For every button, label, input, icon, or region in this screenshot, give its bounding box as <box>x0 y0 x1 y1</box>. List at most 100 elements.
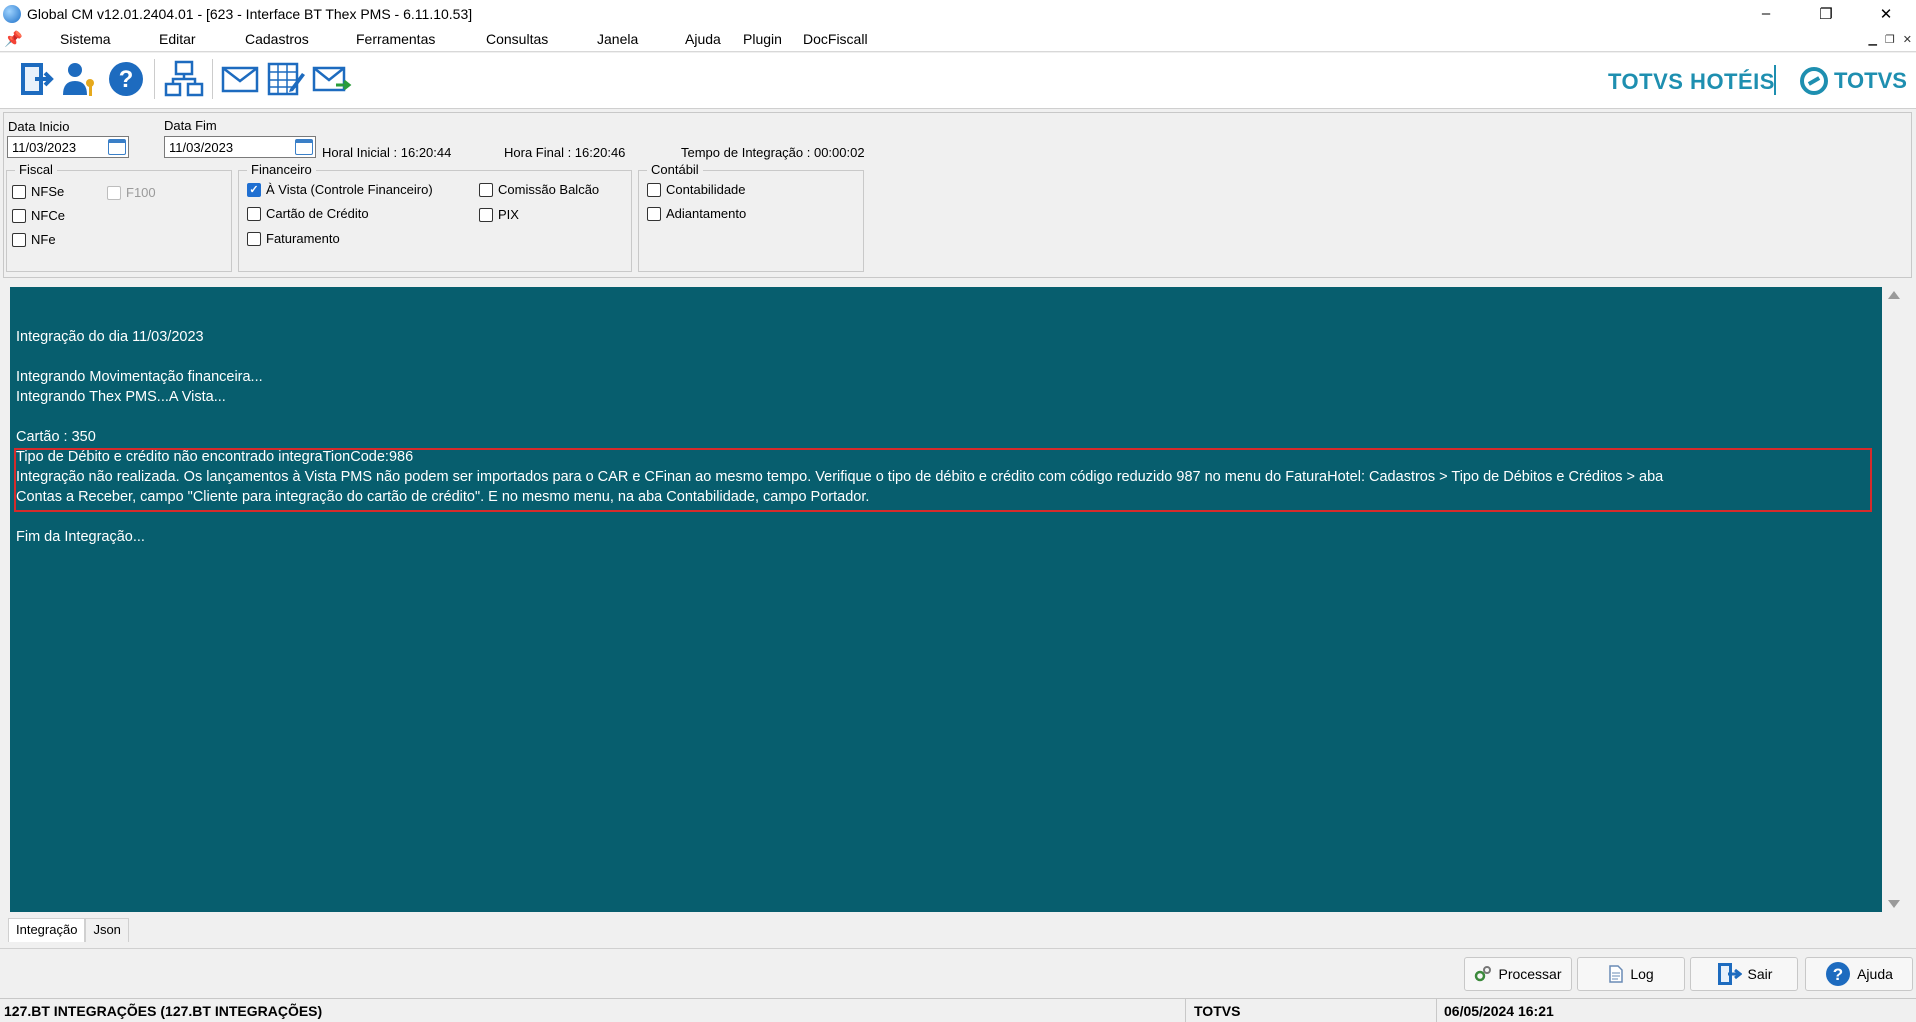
app-globe-icon <box>3 4 21 23</box>
data-inicio-field[interactable]: 11/03/2023 <box>7 136 129 158</box>
faturamento-checkbox[interactable]: Faturamento <box>247 231 340 246</box>
nfe-label: NFe <box>31 232 56 247</box>
totvs-logo: TOTVS <box>1800 67 1907 95</box>
log-line-error: Contas a Receber, campo "Cliente para in… <box>16 489 870 505</box>
contabilidade-label: Contabilidade <box>666 182 746 197</box>
menu-editar[interactable]: Editar <box>159 31 196 47</box>
tab-integracao[interactable]: Integração <box>8 918 86 942</box>
menu-cadastros[interactable]: Cadastros <box>245 31 309 47</box>
checkbox-box <box>12 184 26 199</box>
action-bar: Processar Log Sair ? Ajuda <box>0 948 1916 998</box>
checkbox-box <box>247 206 261 221</box>
checkbox-box <box>107 185 121 200</box>
tempo-integracao-text: Tempo de Integração : 00:00:02 <box>681 145 865 160</box>
help-toolbar-button[interactable]: ? <box>104 57 148 101</box>
close-button[interactable]: ✕ <box>1856 0 1916 27</box>
log-line-error: Integração não realizada. Os lançamentos… <box>16 469 1664 485</box>
log-line: Integrando Movimentação financeira... <box>16 369 263 385</box>
menu-bar: 📌 Sistema Editar Cadastros Ferramentas C… <box>0 27 1916 52</box>
integration-log[interactable]: Integração do dia 11/03/2023 Integrando … <box>10 287 1882 912</box>
fiscal-group-title: Fiscal <box>15 162 57 177</box>
log-button[interactable]: Log <box>1577 957 1685 991</box>
processar-label: Processar <box>1498 966 1562 982</box>
cartao-credito-checkbox[interactable]: Cartão de Crédito <box>247 206 369 221</box>
status-divider <box>1436 999 1437 1022</box>
menu-janela[interactable]: Janela <box>597 31 638 47</box>
log-scrollbar[interactable] <box>1884 287 1904 912</box>
adiantamento-checkbox[interactable]: Adiantamento <box>647 206 746 221</box>
menu-plugin[interactable]: Plugin <box>743 31 782 47</box>
contabil-group-title: Contábil <box>647 162 703 177</box>
adiantamento-label: Adiantamento <box>666 206 747 221</box>
totvs-mark-icon <box>1800 67 1828 95</box>
contabilidade-checkbox[interactable]: Contabilidade <box>647 182 746 197</box>
network-icon <box>164 60 204 97</box>
faturamento-label: Faturamento <box>266 231 340 246</box>
menu-ajuda[interactable]: Ajuda <box>685 31 721 47</box>
totvs-logo-text: TOTVS <box>1834 68 1907 93</box>
scroll-up-icon[interactable] <box>1888 291 1900 299</box>
send-mail-toolbar-button[interactable] <box>310 57 354 101</box>
data-inicio-label: Data Inicio <box>8 119 70 134</box>
menu-ferramentas[interactable]: Ferramentas <box>356 31 435 47</box>
data-inicio-value: 11/03/2023 <box>12 139 77 155</box>
help-circle-icon: ? <box>109 62 143 96</box>
mdi-restore-icon[interactable]: ❐ <box>1885 33 1895 46</box>
gears-icon <box>1475 966 1492 982</box>
tab-json[interactable]: Json <box>85 918 129 942</box>
log-line: Integração do dia 11/03/2023 <box>16 329 204 345</box>
calendar-icon[interactable] <box>108 139 126 155</box>
window-title: Global CM v12.01.2404.01 - [623 - Interf… <box>27 5 473 22</box>
menu-consultas[interactable]: Consultas <box>486 31 548 47</box>
toolbar: ? TOTVS HOTÉIS TOTVS <box>0 53 1916 109</box>
processar-button[interactable]: Processar <box>1464 957 1572 991</box>
mdi-minimize-icon[interactable]: ▁ <box>1868 33 1876 46</box>
nfe-checkbox[interactable]: NFe <box>12 232 56 247</box>
restore-button[interactable]: ❐ <box>1796 0 1856 27</box>
log-line: Fim da Integração... <box>16 529 145 545</box>
exit-toolbar-button[interactable] <box>14 57 58 101</box>
title-bar: Global CM v12.01.2404.01 - [623 - Interf… <box>0 0 1916 27</box>
mdi-controls: ▁ ❐ ✕ <box>1868 33 1912 46</box>
nfce-checkbox[interactable]: NFCe <box>12 208 65 223</box>
email-toolbar-button[interactable] <box>218 57 262 101</box>
comissao-balcao-checkbox[interactable]: Comissão Balcão <box>479 182 599 197</box>
checkbox-box <box>12 232 26 247</box>
a-vista-checkbox[interactable]: ✓ À Vista (Controle Financeiro) <box>247 182 433 197</box>
data-fim-value: 11/03/2023 <box>169 139 234 155</box>
comissao-balcao-label: Comissão Balcão <box>498 182 600 197</box>
brand-divider <box>1774 65 1776 95</box>
fiscal-group: Fiscal NFSe NFCe NFe F100 <box>6 162 232 272</box>
data-fim-field[interactable]: 11/03/2023 <box>164 136 316 158</box>
window-controls: – ❐ ✕ <box>1736 0 1916 27</box>
calendar-icon[interactable] <box>295 139 313 155</box>
checkmark-icon: ✓ <box>247 182 261 197</box>
user-key-toolbar-button[interactable] <box>58 57 102 101</box>
financeiro-group: Financeiro ✓ À Vista (Controle Financeiro… <box>238 162 632 272</box>
ajuda-button[interactable]: ? Ajuda <box>1805 957 1913 991</box>
checkbox-box <box>479 182 493 197</box>
mdi-close-icon[interactable]: ✕ <box>1903 33 1912 46</box>
hora-final-text: Hora Final : 16:20:46 <box>504 145 626 160</box>
sair-button[interactable]: Sair <box>1690 957 1798 991</box>
send-mail-icon <box>312 66 352 92</box>
menu-sistema[interactable]: Sistema <box>60 31 111 47</box>
minimize-button[interactable]: – <box>1736 0 1796 27</box>
pin-icon[interactable]: 📌 <box>4 30 23 48</box>
network-toolbar-button[interactable] <box>162 57 206 101</box>
tab-strip: Integração Json <box>8 918 129 942</box>
sair-label: Sair <box>1747 966 1773 982</box>
toolbar-separator <box>154 59 155 99</box>
nfse-checkbox[interactable]: NFSe <box>12 184 64 199</box>
scroll-down-icon[interactable] <box>1888 900 1900 908</box>
menu-docfiscall[interactable]: DocFiscall <box>803 31 868 47</box>
f100-checkbox: F100 <box>107 185 156 200</box>
edit-grid-icon <box>267 62 305 96</box>
pix-checkbox[interactable]: PIX <box>479 207 519 222</box>
contabil-group: Contábil Contabilidade Adiantamento <box>638 162 864 272</box>
nfce-label: NFCe <box>31 208 65 223</box>
filters-panel: Data Inicio 11/03/2023 Data Fim 11/03/20… <box>3 112 1912 278</box>
status-company: 127.BT INTEGRAÇÕES (127.BT INTEGRAÇÕES) <box>4 1002 323 1019</box>
log-label: Log <box>1630 966 1654 982</box>
edit-grid-toolbar-button[interactable] <box>264 57 308 101</box>
